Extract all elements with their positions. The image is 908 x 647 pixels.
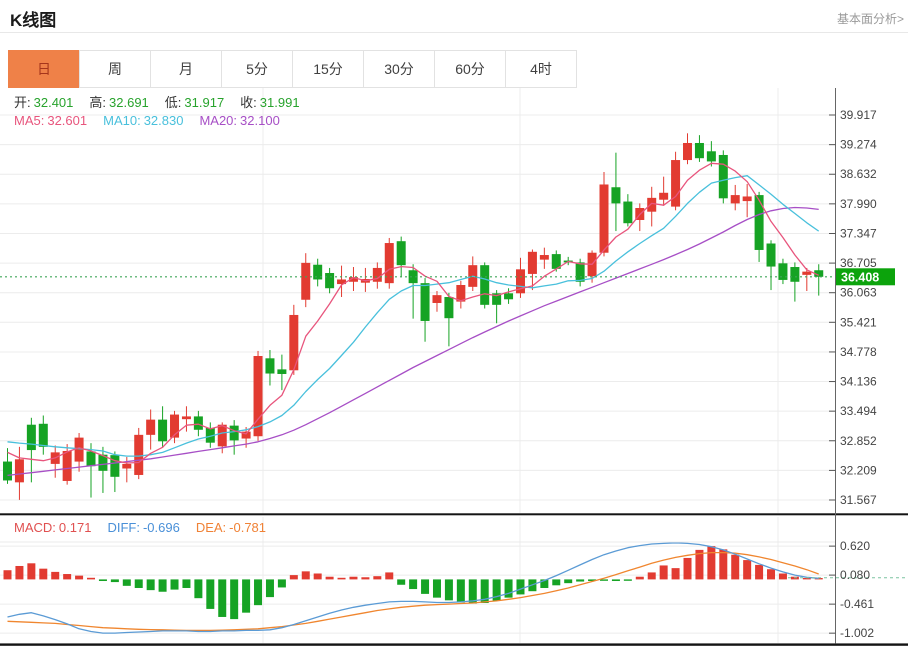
ma-legend: MA5:32.601 MA10:32.830 MA20:32.100 [14,113,296,128]
ohlc-open: 开:32.401 [14,95,73,110]
svg-text:34.136: 34.136 [840,375,877,389]
kline-page: K线图 基本面分析> 日周月5分15分30分60分4时 39.91739.274… [0,0,908,647]
tab-日[interactable]: 日 [8,50,80,88]
ma20-value: MA20:32.100 [199,113,279,128]
bottom-separator [0,643,908,645]
tab-15分[interactable]: 15分 [292,50,364,88]
svg-text:0.080: 0.080 [840,568,870,582]
svg-text:0.620: 0.620 [840,539,870,553]
ma10-value: MA10:32.830 [103,113,183,128]
svg-text:32.209: 32.209 [840,463,877,477]
svg-text:31.567: 31.567 [840,493,877,507]
tab-月[interactable]: 月 [150,50,222,88]
ohlc-close: 收:31.991 [240,95,299,110]
svg-text:32.852: 32.852 [840,434,877,448]
svg-text:-1.002: -1.002 [840,626,874,640]
svg-text:33.494: 33.494 [840,404,877,418]
svg-text:36.408: 36.408 [841,270,879,284]
ohlc-low: 低:31.917 [165,95,224,110]
tab-4时[interactable]: 4时 [505,50,577,88]
ma-lines-layer [8,163,819,475]
svg-text:37.990: 37.990 [840,197,877,211]
ma20-line [8,208,819,476]
svg-text:39.274: 39.274 [840,138,877,152]
svg-text:39.917: 39.917 [840,108,877,122]
panel-separator [0,513,908,515]
ohlc-high: 高:32.691 [89,95,148,110]
svg-text:36.705: 36.705 [840,256,877,270]
svg-text:34.778: 34.778 [840,345,877,359]
tab-30分[interactable]: 30分 [363,50,435,88]
dea-value: DEA:-0.781 [196,520,266,535]
svg-text:36.063: 36.063 [840,286,877,300]
ohlc-legend: 开:32.401 高:32.691 低:31.917 收:31.991 [14,92,316,111]
tab-5分[interactable]: 5分 [221,50,293,88]
axis-labels-layer: 39.917 39.274 38.632 37.990 37.347 36.705 36.0… [829,108,877,640]
diff-value: DIFF:-0.696 [107,520,179,535]
current-price-badge: 36.408 [836,268,895,285]
ma5-value: MA5:32.601 [14,113,87,128]
macd-legend: MACD:0.171 DIFF:-0.696 DEA:-0.781 [14,520,282,535]
svg-text:35.421: 35.421 [840,315,877,329]
tab-60分[interactable]: 60分 [434,50,506,88]
svg-text:37.347: 37.347 [840,226,877,240]
tab-周[interactable]: 周 [79,50,151,88]
candles-layer [3,133,823,500]
svg-text:38.632: 38.632 [840,167,877,181]
macd-value: MACD:0.171 [14,520,91,535]
macd-histogram-layer [4,546,823,619]
svg-text:-0.461: -0.461 [840,597,874,611]
interval-tabs: 日周月5分15分30分60分4时 [8,50,577,88]
